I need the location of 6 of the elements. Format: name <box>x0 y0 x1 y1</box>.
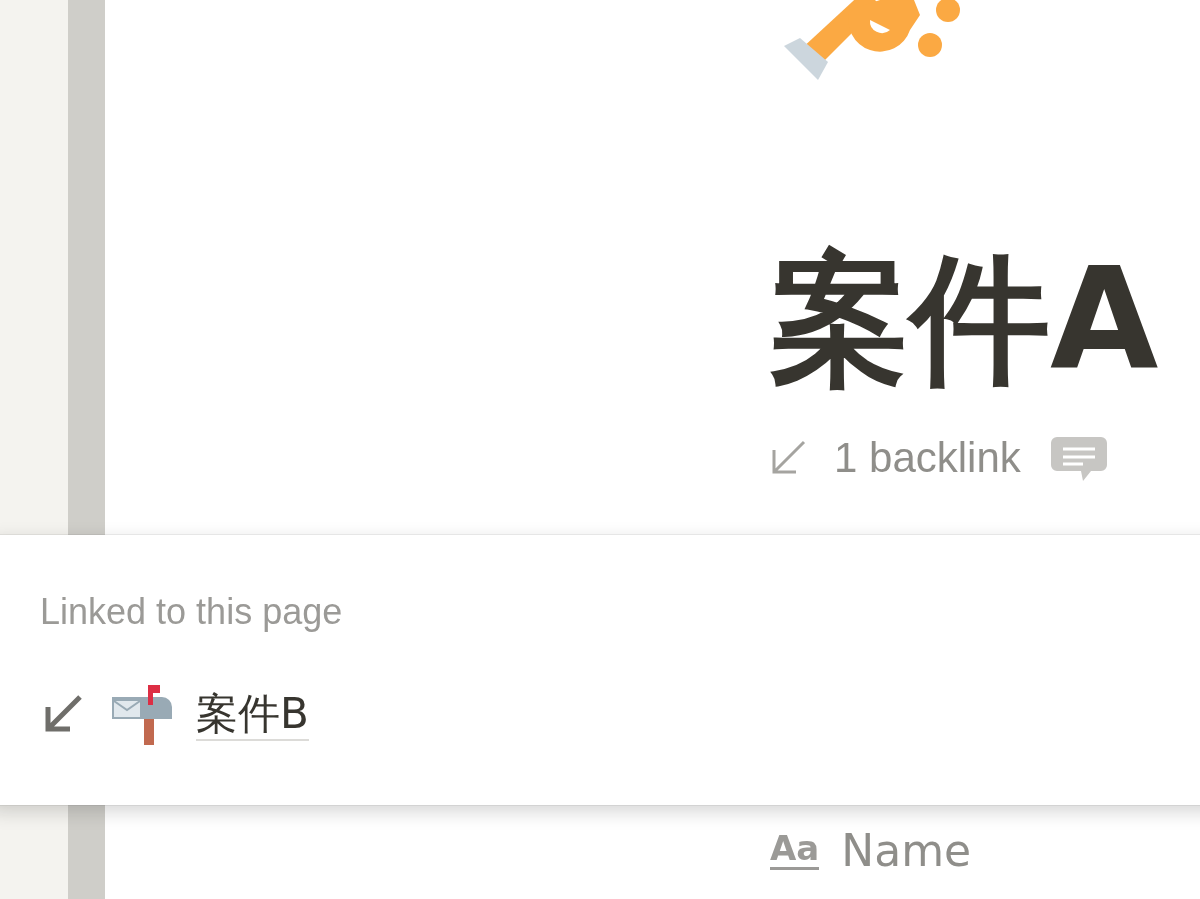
backlink-page-link[interactable]: 案件B <box>196 688 309 742</box>
property-name[interactable]: Name <box>841 825 972 876</box>
popup-heading: Linked to this page <box>40 591 344 633</box>
backlink-button[interactable]: 1 backlink <box>770 434 1021 482</box>
page-title: 案件A <box>770 246 1159 393</box>
arrow-icon <box>770 440 808 476</box>
